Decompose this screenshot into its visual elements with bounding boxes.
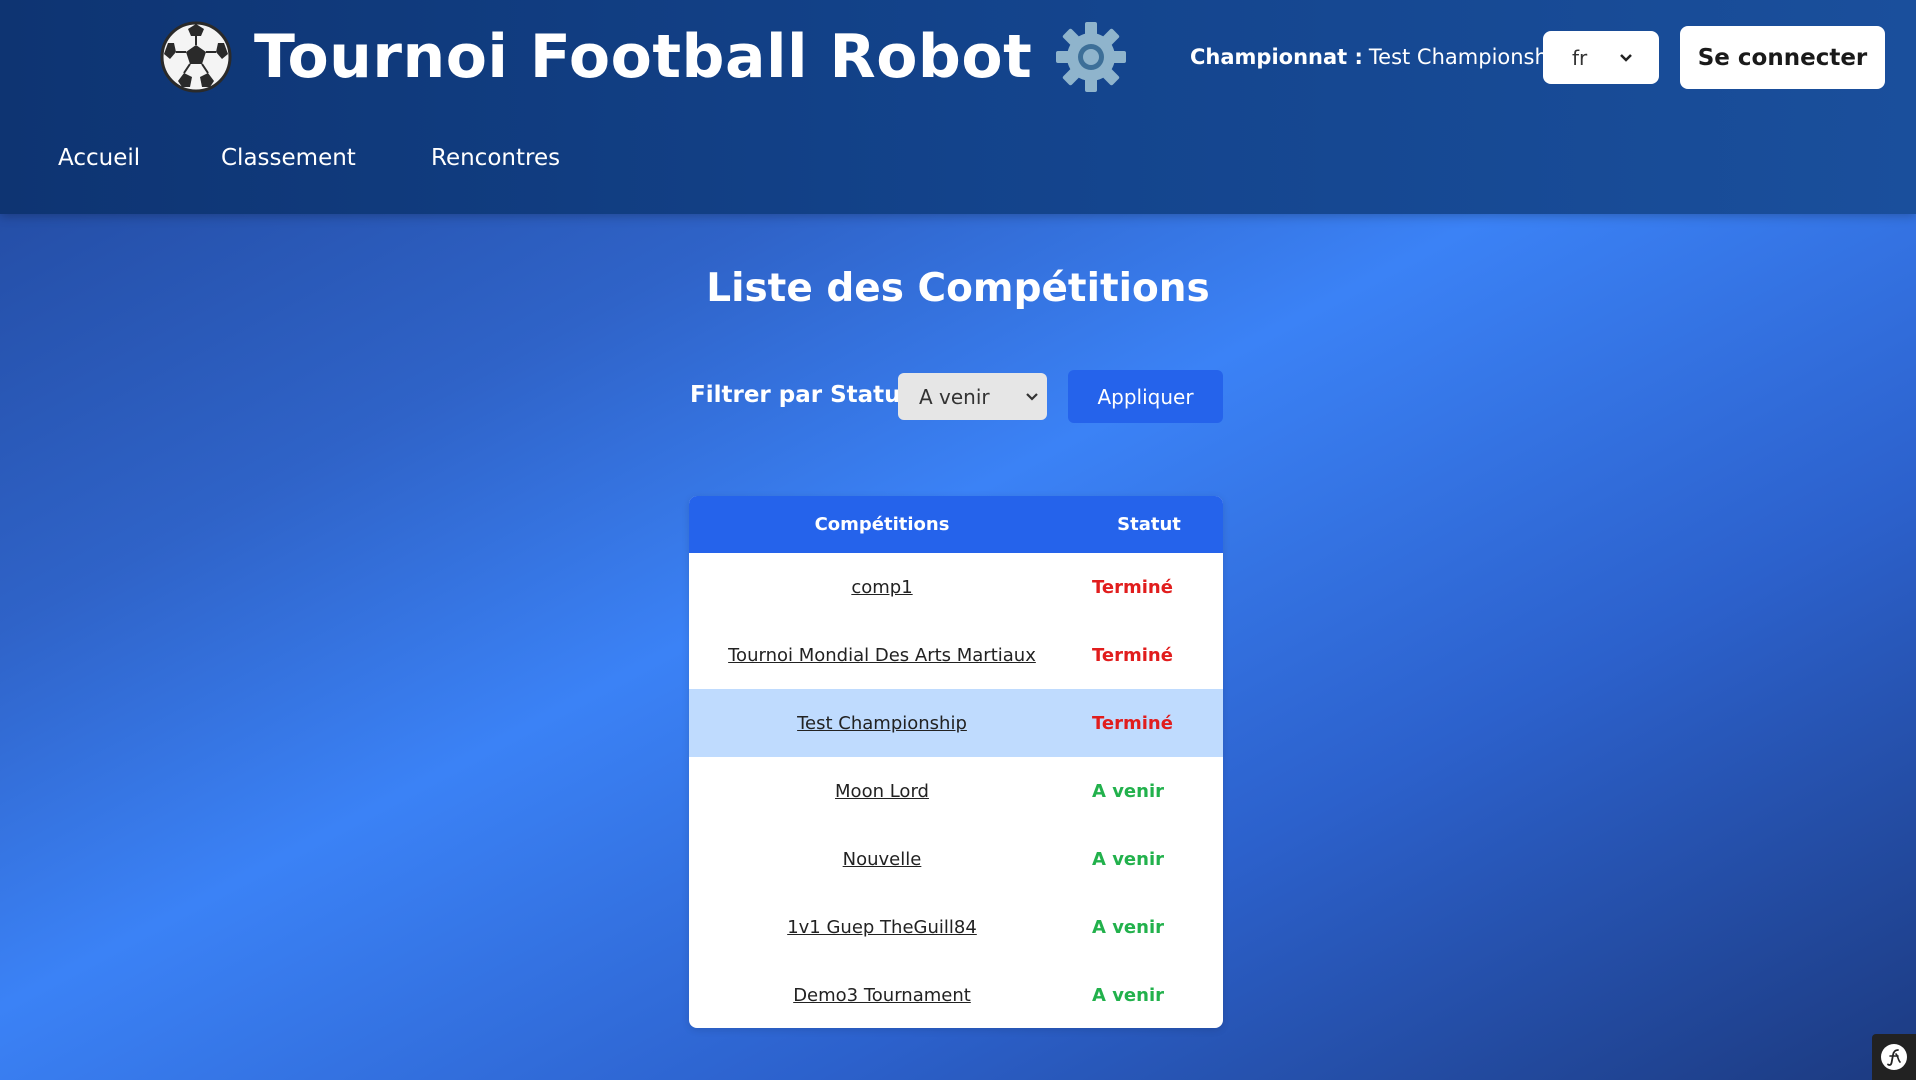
language-value: fr <box>1572 45 1588 70</box>
competition-link[interactable]: Tournoi Mondial Des Arts Martiaux <box>728 645 1036 666</box>
nav-item-accueil[interactable]: Accueil <box>58 145 140 171</box>
table-row: Moon Lord A venir <box>689 757 1223 825</box>
table-row: Nouvelle A venir <box>689 825 1223 893</box>
page-title: Liste des Compétitions <box>706 266 1210 311</box>
column-header-competitions: Compétitions <box>814 514 950 535</box>
table-row: 1v1 Guep TheGuill84 A venir <box>689 893 1223 961</box>
championship-label: Championnat : <box>1190 45 1363 69</box>
status-badge: A venir <box>1092 848 1164 870</box>
status-badge: A venir <box>1092 780 1164 802</box>
competitions-table: Compétitions Statut comp1 Terminé Tourno… <box>689 496 1223 1028</box>
table-row: Demo3 Tournament A venir <box>689 961 1223 1028</box>
competition-link[interactable]: 1v1 Guep TheGuill84 <box>787 917 977 938</box>
competition-link[interactable]: comp1 <box>851 577 912 598</box>
soccer-ball-icon <box>160 21 232 93</box>
chevron-down-icon <box>1620 53 1632 62</box>
debug-toolbar-toggle[interactable] <box>1872 1034 1916 1080</box>
status-filter-select[interactable]: A venir <box>898 373 1047 420</box>
language-select[interactable]: fr <box>1543 31 1659 84</box>
login-button[interactable]: Se connecter <box>1680 26 1885 89</box>
status-badge: Terminé <box>1092 576 1173 598</box>
championship-indicator: Championnat : Test Championship <box>1190 42 1567 72</box>
status-badge: A venir <box>1092 984 1164 1006</box>
competition-link[interactable]: Moon Lord <box>835 781 929 802</box>
apply-button[interactable]: Appliquer <box>1068 370 1223 423</box>
nav-item-classement[interactable]: Classement <box>221 145 356 171</box>
gear-icon <box>1056 22 1127 92</box>
table-row: comp1 Terminé <box>689 553 1223 621</box>
site-title: Tournoi Football Robot <box>254 22 1033 92</box>
status-badge: Terminé <box>1092 644 1173 666</box>
table-row-selected: Test Championship Terminé <box>689 689 1223 757</box>
column-header-status: Statut <box>1117 514 1181 535</box>
status-badge: Terminé <box>1092 712 1173 734</box>
competition-link[interactable]: Nouvelle <box>843 849 922 870</box>
competition-link[interactable]: Test Championship <box>797 713 967 734</box>
brand[interactable]: Tournoi Football Robot <box>160 14 1128 100</box>
chevron-down-icon <box>1026 392 1038 401</box>
symfony-icon <box>1881 1044 1907 1070</box>
status-badge: A venir <box>1092 916 1164 938</box>
table-row: Tournoi Mondial Des Arts Martiaux Termin… <box>689 621 1223 689</box>
table-header: Compétitions Statut <box>689 496 1223 553</box>
competition-link[interactable]: Demo3 Tournament <box>793 985 971 1006</box>
site-header: Tournoi Football Robot Championnat : Tes… <box>0 0 1916 214</box>
filter-label: Filtrer par Statut <box>690 382 912 408</box>
status-filter-value: A venir <box>919 384 990 409</box>
nav-item-rencontres[interactable]: Rencontres <box>431 145 560 171</box>
championship-value: Test Championship <box>1368 45 1567 69</box>
